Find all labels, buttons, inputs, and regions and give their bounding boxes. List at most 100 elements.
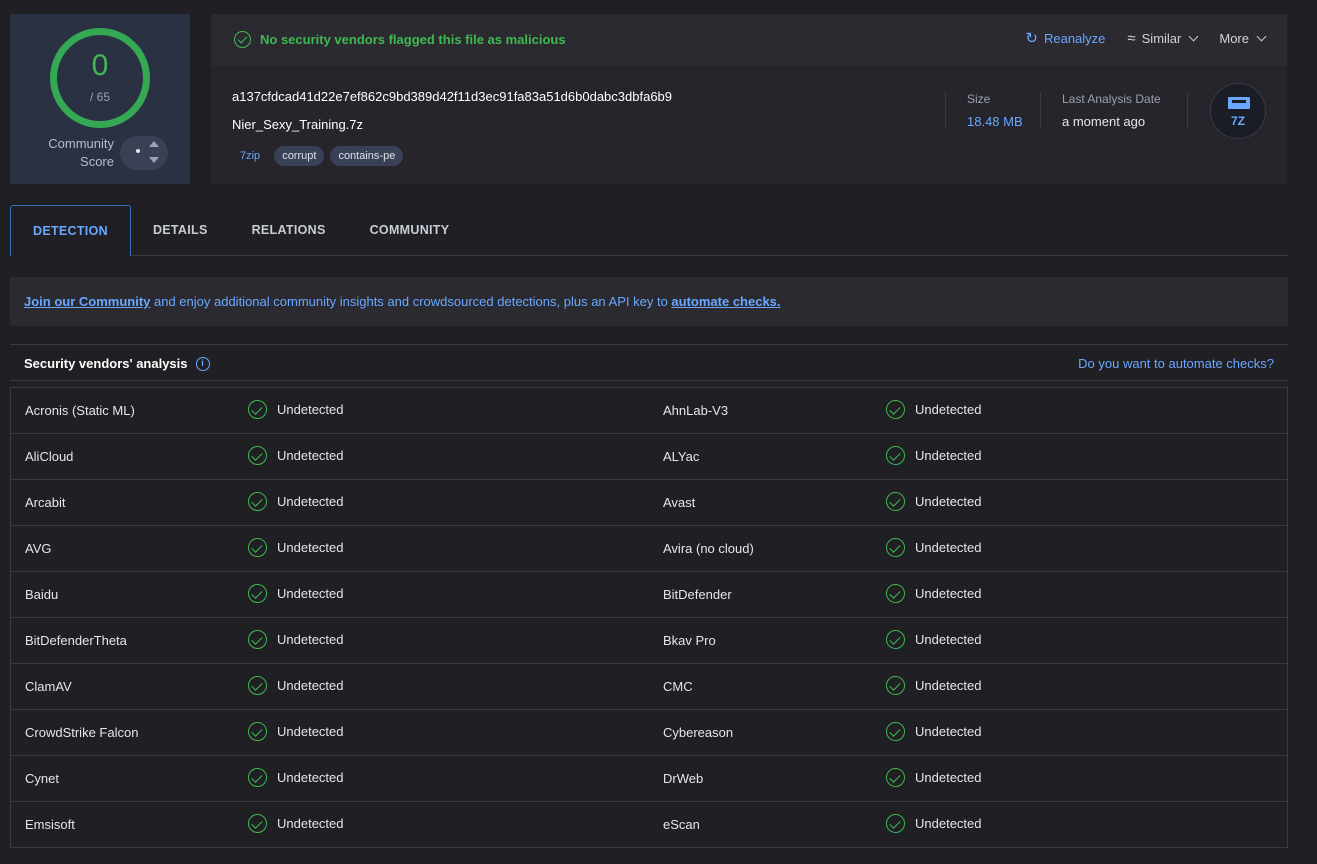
- check-circle-icon: [886, 630, 905, 649]
- vendor-result: Undetected: [886, 446, 982, 465]
- check-circle-icon: [886, 584, 905, 603]
- vendor-result: Undetected: [886, 584, 982, 603]
- result-text: Undetected: [277, 724, 344, 739]
- vendor-name: ClamAV: [25, 679, 72, 694]
- detection-total: / 65: [89, 90, 110, 104]
- vendor-result: Undetected: [886, 630, 982, 649]
- file-summary-panel: No security vendors flagged this file as…: [211, 14, 1287, 184]
- check-circle-icon: [886, 814, 905, 833]
- tab-relations[interactable]: RELATIONS: [230, 205, 348, 255]
- vote-down-icon[interactable]: [149, 157, 159, 163]
- result-text: Undetected: [277, 632, 344, 647]
- vendor-result: Undetected: [248, 630, 344, 649]
- table-row: Arcabit Undetected Avast Undetected: [11, 480, 1287, 526]
- tag-corrupt[interactable]: corrupt: [274, 146, 325, 166]
- check-circle-icon: [248, 676, 267, 695]
- join-community-link[interactable]: Join our Community: [24, 294, 150, 309]
- automate-checks-question-link[interactable]: Do you want to automate checks?: [1078, 356, 1274, 371]
- automate-checks-link[interactable]: automate checks.: [671, 294, 780, 309]
- vendor-name: Arcabit: [25, 495, 66, 510]
- vendor-result: Undetected: [248, 768, 344, 787]
- table-row: BitDefenderTheta Undetected Bkav Pro Undete…: [11, 618, 1287, 664]
- meta-divider: [945, 92, 946, 128]
- table-row: Cynet Undetected DrWeb Undetected: [11, 756, 1287, 802]
- check-circle-icon: [248, 630, 267, 649]
- status-message: No security vendors flagged this file as…: [234, 31, 566, 48]
- similar-button[interactable]: ≈ Similar: [1127, 30, 1199, 47]
- similar-icon: ≈: [1127, 30, 1136, 47]
- tab-details[interactable]: DETAILS: [131, 205, 230, 255]
- vote-dot-icon: [136, 149, 140, 153]
- more-label: More: [1219, 31, 1249, 46]
- vendor-result: Undetected: [248, 676, 344, 695]
- vendor-result: Undetected: [886, 676, 982, 695]
- community-label-line1: Community: [48, 136, 114, 151]
- check-circle-icon: [248, 538, 267, 557]
- vendor-name: Baidu: [25, 587, 59, 602]
- date-value: a moment ago: [1062, 114, 1146, 129]
- tab-detection[interactable]: DETECTION: [10, 205, 131, 256]
- check-circle-icon: [248, 492, 267, 511]
- vendor-result: Undetected: [886, 722, 982, 741]
- vendor-name: CMC: [663, 679, 693, 694]
- reanalyze-label: Reanalyze: [1043, 31, 1106, 46]
- vote-up-icon[interactable]: [149, 141, 159, 147]
- summary-actions: ↻ Reanalyze ≈ Similar More: [1025, 30, 1267, 47]
- info-icon[interactable]: i: [195, 356, 210, 371]
- check-circle-icon: [886, 768, 905, 787]
- result-text: Undetected: [277, 402, 344, 417]
- detection-score-card: 0 / 65 Community Score: [10, 14, 190, 184]
- tab-community[interactable]: COMMUNITY: [348, 205, 472, 255]
- vendor-name: Bkav Pro: [663, 633, 716, 648]
- vendor-result: Undetected: [248, 492, 344, 511]
- reanalyze-button[interactable]: ↻ Reanalyze: [1025, 31, 1105, 46]
- result-text: Undetected: [915, 586, 982, 601]
- more-button[interactable]: More: [1219, 31, 1267, 46]
- status-message-text: No security vendors flagged this file as…: [260, 32, 566, 47]
- size-value: 18.48 MB: [967, 114, 1023, 129]
- vendor-result: Undetected: [248, 400, 344, 419]
- vendor-name: Acronis (Static ML): [25, 403, 135, 418]
- result-text: Undetected: [915, 770, 982, 785]
- vendor-name: Cynet: [25, 771, 59, 786]
- community-label-line2: Score: [80, 154, 114, 169]
- vendor-result: Undetected: [248, 538, 344, 557]
- file-hash[interactable]: a137cfdcad41d22e7ef862c9bd389d42f11d3ec9…: [232, 89, 672, 104]
- vendor-result: Undetected: [886, 768, 982, 787]
- detection-count: 0: [91, 49, 109, 82]
- last-analysis-date: Last Analysis Date a moment ago: [1062, 92, 1161, 129]
- result-text: Undetected: [915, 816, 982, 831]
- vendor-result: Undetected: [248, 584, 344, 603]
- check-circle-icon: [248, 584, 267, 603]
- tab-bar: DETECTION DETAILS RELATIONS COMMUNITY: [10, 205, 1288, 256]
- check-circle-icon: [886, 446, 905, 465]
- vendor-name: Avast: [663, 495, 696, 510]
- table-row: ClamAV Undetected CMC Undetected: [11, 664, 1287, 710]
- table-row: AliCloud Undetected ALYac Undetected: [11, 434, 1287, 480]
- banner-text: and enjoy additional community insights …: [150, 294, 672, 309]
- tag-7zip[interactable]: 7zip: [232, 146, 268, 166]
- vendor-name: Avira (no cloud): [663, 541, 754, 556]
- section-title: Security vendors' analysis i: [24, 356, 210, 371]
- result-text: Undetected: [915, 678, 982, 693]
- file-name: Nier_Sexy_Training.7z: [232, 117, 364, 132]
- section-title-text: Security vendors' analysis: [24, 356, 188, 371]
- table-row: Acronis (Static ML) Undetected AhnLab-V3 Un…: [11, 388, 1287, 434]
- vendor-name: CrowdStrike Falcon: [25, 725, 139, 740]
- tag-contains-pe[interactable]: contains-pe: [330, 146, 404, 166]
- vendor-result: Undetected: [248, 722, 344, 741]
- result-text: Undetected: [915, 402, 982, 417]
- vendor-result: Undetected: [886, 538, 982, 557]
- community-score-label: Community Score: [34, 135, 114, 171]
- score-ring: 0 / 65: [50, 28, 150, 128]
- vendor-result: Undetected: [886, 814, 982, 833]
- result-text: Undetected: [915, 724, 982, 739]
- vendor-name: Emsisoft: [25, 817, 75, 832]
- vendors-table: Acronis (Static ML) Undetected AhnLab-V3 Un…: [10, 387, 1288, 848]
- table-row: Baidu Undetected BitDefender Undetected: [11, 572, 1287, 618]
- vendor-name: AVG: [25, 541, 52, 556]
- meta-divider: [1040, 92, 1041, 128]
- summary-top-bar: No security vendors flagged this file as…: [211, 14, 1287, 66]
- result-text: Undetected: [277, 678, 344, 693]
- archive-icon: [1228, 97, 1250, 109]
